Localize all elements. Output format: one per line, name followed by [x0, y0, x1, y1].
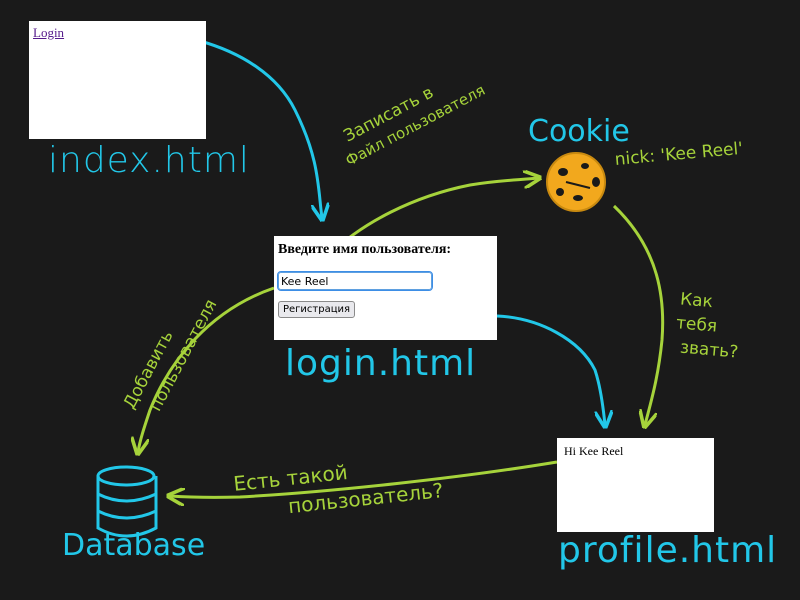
database-label: Database [62, 528, 206, 563]
username-prompt: Введите имя пользователя: [278, 242, 452, 257]
index-html-label: index.html [48, 140, 250, 181]
database-icon [96, 465, 158, 538]
index-page-preview: Login [29, 21, 206, 139]
cookie-label: Cookie [528, 114, 630, 149]
cookie-icon [546, 152, 606, 212]
ask-annotation-line3: звать? [679, 337, 740, 363]
arrow-cookie-to-profile [612, 204, 665, 425]
username-input[interactable] [277, 271, 433, 291]
arrow-login-to-profile [496, 314, 605, 425]
profile-html-label: profile.html [558, 530, 778, 571]
login-html-label: login.html [285, 343, 477, 384]
profile-page-preview: Hi Kee Reel [557, 438, 714, 532]
greeting-text: Hi Kee Reel [564, 444, 624, 458]
login-page-preview: Введите имя пользователя: Регистрация [274, 236, 497, 340]
register-button[interactable]: Регистрация [278, 301, 356, 318]
login-link[interactable]: Login [33, 25, 64, 41]
ask-name-annotation: Как тебя звать? [675, 287, 743, 364]
